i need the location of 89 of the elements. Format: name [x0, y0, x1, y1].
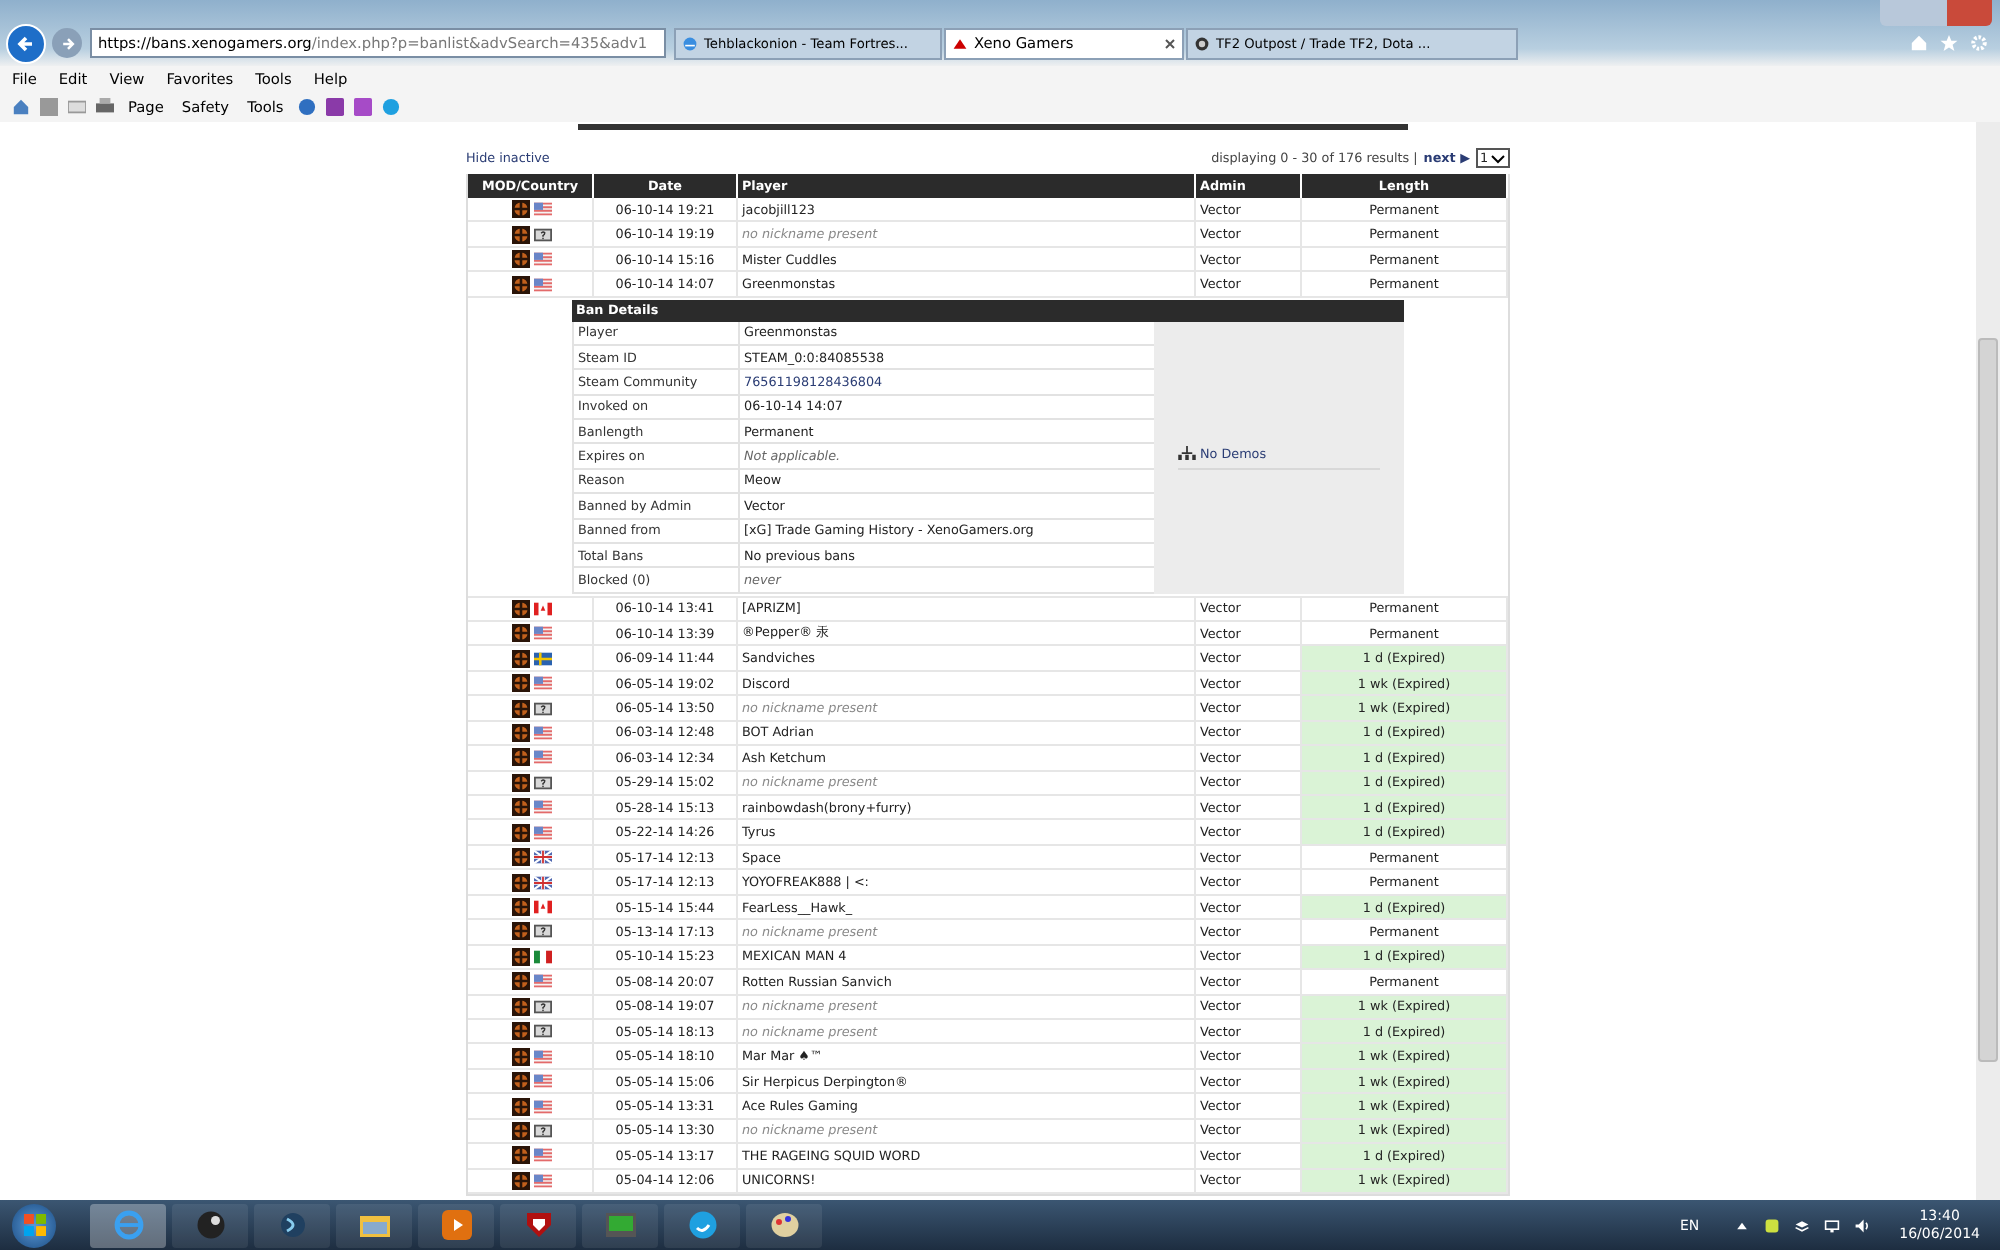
game-icon	[512, 1022, 530, 1041]
game-icon	[512, 748, 530, 767]
game-icon	[512, 1121, 530, 1140]
site-icon	[952, 35, 968, 51]
game-icon	[512, 674, 530, 693]
flag-icon	[534, 1148, 552, 1163]
game-icon	[512, 624, 530, 643]
flag-icon	[534, 725, 552, 740]
forward-arrow-icon[interactable]	[59, 35, 75, 51]
flag-icon	[534, 900, 552, 914]
folder-icon[interactable]	[359, 1210, 389, 1240]
game-icon	[512, 599, 530, 618]
game-icon	[512, 250, 530, 269]
taskbar-button[interactable]	[746, 1203, 822, 1247]
game-icon	[512, 873, 530, 892]
game-icon	[512, 275, 530, 294]
back-button[interactable]	[6, 23, 46, 63]
flag-icon	[534, 1173, 552, 1188]
unknown-flag-icon	[534, 775, 552, 790]
demo-icon	[1178, 446, 1196, 461]
flag-icon	[534, 875, 552, 890]
game-icon	[512, 898, 530, 916]
flag-icon	[534, 1074, 552, 1089]
game-icon	[512, 723, 530, 742]
game-icon	[512, 1072, 530, 1091]
game-icon	[512, 1097, 530, 1115]
game-icon	[512, 1047, 530, 1066]
tray-app-icon[interactable]	[1763, 1217, 1780, 1233]
flag-icon	[534, 626, 552, 641]
flag-icon	[534, 1049, 552, 1064]
volume-icon[interactable]	[1853, 1217, 1870, 1233]
flag-icon	[534, 949, 552, 964]
flag-icon	[534, 252, 552, 267]
mail-icon[interactable]	[68, 97, 86, 115]
unknown-flag-icon	[534, 924, 552, 939]
home-icon[interactable]	[12, 97, 30, 115]
caret-icon[interactable]	[1490, 153, 1506, 163]
game-launcher-icon[interactable]	[195, 1210, 225, 1240]
scrollbar-thumb[interactable]	[1978, 338, 1998, 1062]
game-icon	[512, 997, 530, 1016]
tray-arrow-icon[interactable]	[1733, 1217, 1750, 1233]
start-button[interactable]	[12, 1203, 56, 1247]
site-icon	[1194, 35, 1210, 51]
game-icon	[512, 1171, 530, 1190]
print-icon[interactable]	[96, 97, 114, 115]
flag-icon	[534, 651, 552, 666]
network-icon[interactable]	[1823, 1217, 1840, 1233]
unknown-flag-icon	[534, 701, 552, 715]
flag-icon	[534, 825, 552, 840]
game-icon	[512, 947, 530, 966]
star-icon[interactable]	[1940, 34, 1958, 52]
game-icon	[512, 649, 530, 668]
unknown-flag-icon	[534, 1123, 552, 1138]
globe-icon	[682, 35, 698, 51]
flag-icon	[534, 202, 552, 217]
game-icon	[512, 848, 530, 867]
game-icon	[512, 200, 530, 219]
shield-icon[interactable]	[523, 1210, 553, 1240]
play-icon[interactable]	[441, 1210, 471, 1240]
paint-palette-icon[interactable]	[769, 1210, 799, 1240]
unknown-flag-icon	[534, 1024, 552, 1039]
flag-icon	[534, 800, 552, 815]
game-icon	[512, 798, 530, 817]
close-icon[interactable]	[1164, 37, 1176, 49]
taskbar-button[interactable]	[500, 1203, 576, 1247]
game-icon	[512, 823, 530, 842]
game-icon	[512, 773, 530, 792]
flag-icon	[534, 676, 552, 691]
game-icon	[512, 225, 530, 244]
game-icon	[512, 972, 530, 991]
flag-icon	[534, 277, 552, 292]
flag-icon	[534, 601, 552, 616]
flag-icon	[534, 974, 552, 989]
game-icon	[512, 699, 530, 717]
unknown-flag-icon	[534, 227, 552, 242]
back-arrow-icon[interactable]	[16, 33, 36, 53]
flag-icon	[534, 1099, 552, 1113]
media-icon[interactable]	[277, 1210, 307, 1240]
unknown-flag-icon	[534, 999, 552, 1014]
forward-button[interactable]	[52, 28, 82, 58]
game-icon	[512, 1146, 530, 1165]
tray-app-icon[interactable]	[1793, 1217, 1810, 1233]
taskbar-button[interactable]	[336, 1203, 412, 1247]
game-icon	[512, 922, 530, 941]
flag-icon	[534, 750, 552, 765]
flag-icon	[534, 850, 552, 865]
window-controls[interactable]	[1880, 0, 1992, 26]
monitor-icon[interactable]	[605, 1210, 635, 1240]
scrollbar[interactable]	[1976, 122, 2000, 1200]
